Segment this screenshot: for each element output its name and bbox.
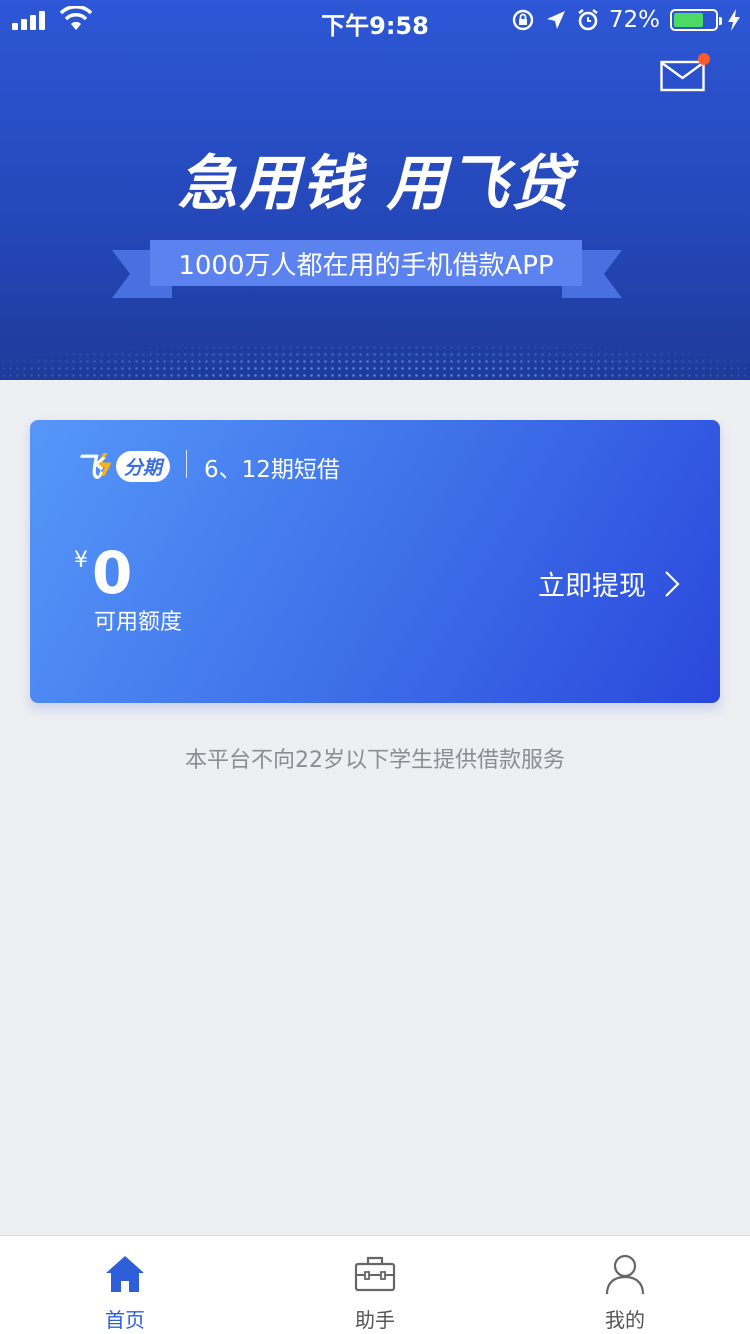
battery-percent: 72% [608, 7, 660, 33]
withdraw-label: 立即提现 [538, 571, 646, 602]
battery-icon [670, 9, 722, 31]
tab-label-mine: 我的 [605, 1308, 645, 1332]
card-divider [186, 450, 187, 478]
user-icon [605, 1254, 645, 1295]
ribbon-text: 1000万人都在用的手机借款APP [150, 240, 582, 286]
slogan-ribbon: 1000万人都在用的手机借款APP [112, 240, 622, 298]
location-icon [546, 11, 565, 29]
banner-dot-wave [0, 330, 750, 380]
available-amount: 0 [92, 539, 133, 607]
tab-bar: 首页 助手 我的 [0, 1235, 750, 1334]
product-name: 6、12期短借 [204, 457, 340, 483]
loan-card[interactable]: 飞 ϟ 分期 6、12期短借 ¥ 0 可用额度 立即提现 [30, 420, 720, 703]
slogan: 急用钱 用飞贷 [177, 149, 573, 219]
tab-label-assistant: 助手 [355, 1308, 395, 1332]
home-icon [106, 1256, 144, 1292]
tab-label-home: 首页 [105, 1308, 145, 1332]
amount-label: 可用额度 [94, 610, 183, 635]
alarm-icon [578, 9, 598, 31]
tab-home[interactable]: 首页 [0, 1236, 250, 1334]
unread-dot [698, 53, 710, 65]
installment-logo: 飞 ϟ 分期 [74, 448, 170, 484]
logo-pill: 分期 [115, 450, 170, 482]
tab-assistant[interactable]: 助手 [250, 1236, 500, 1334]
chevron-right-icon [665, 570, 680, 597]
toolbox-icon [354, 1256, 396, 1292]
fly-logo-glyph: 飞 [74, 451, 103, 484]
age-notice: 本平台不向22岁以下学生提供借款服务 [185, 748, 565, 773]
status-bar: 下午9:58 72% [0, 0, 750, 40]
charging-bolt-icon [728, 9, 740, 31]
withdraw-button[interactable]: 立即提现 [538, 564, 680, 603]
header-banner: 下午9:58 72% 急用钱 用飞贷 1000万人都在用的手机借款APP [0, 0, 750, 380]
message-button[interactable] [660, 53, 710, 92]
rotation-lock-icon [512, 9, 534, 31]
battery-fill [674, 13, 703, 27]
status-right: 72% [511, 6, 740, 34]
tab-mine[interactable]: 我的 [500, 1236, 750, 1334]
currency-symbol: ¥ [74, 548, 88, 573]
